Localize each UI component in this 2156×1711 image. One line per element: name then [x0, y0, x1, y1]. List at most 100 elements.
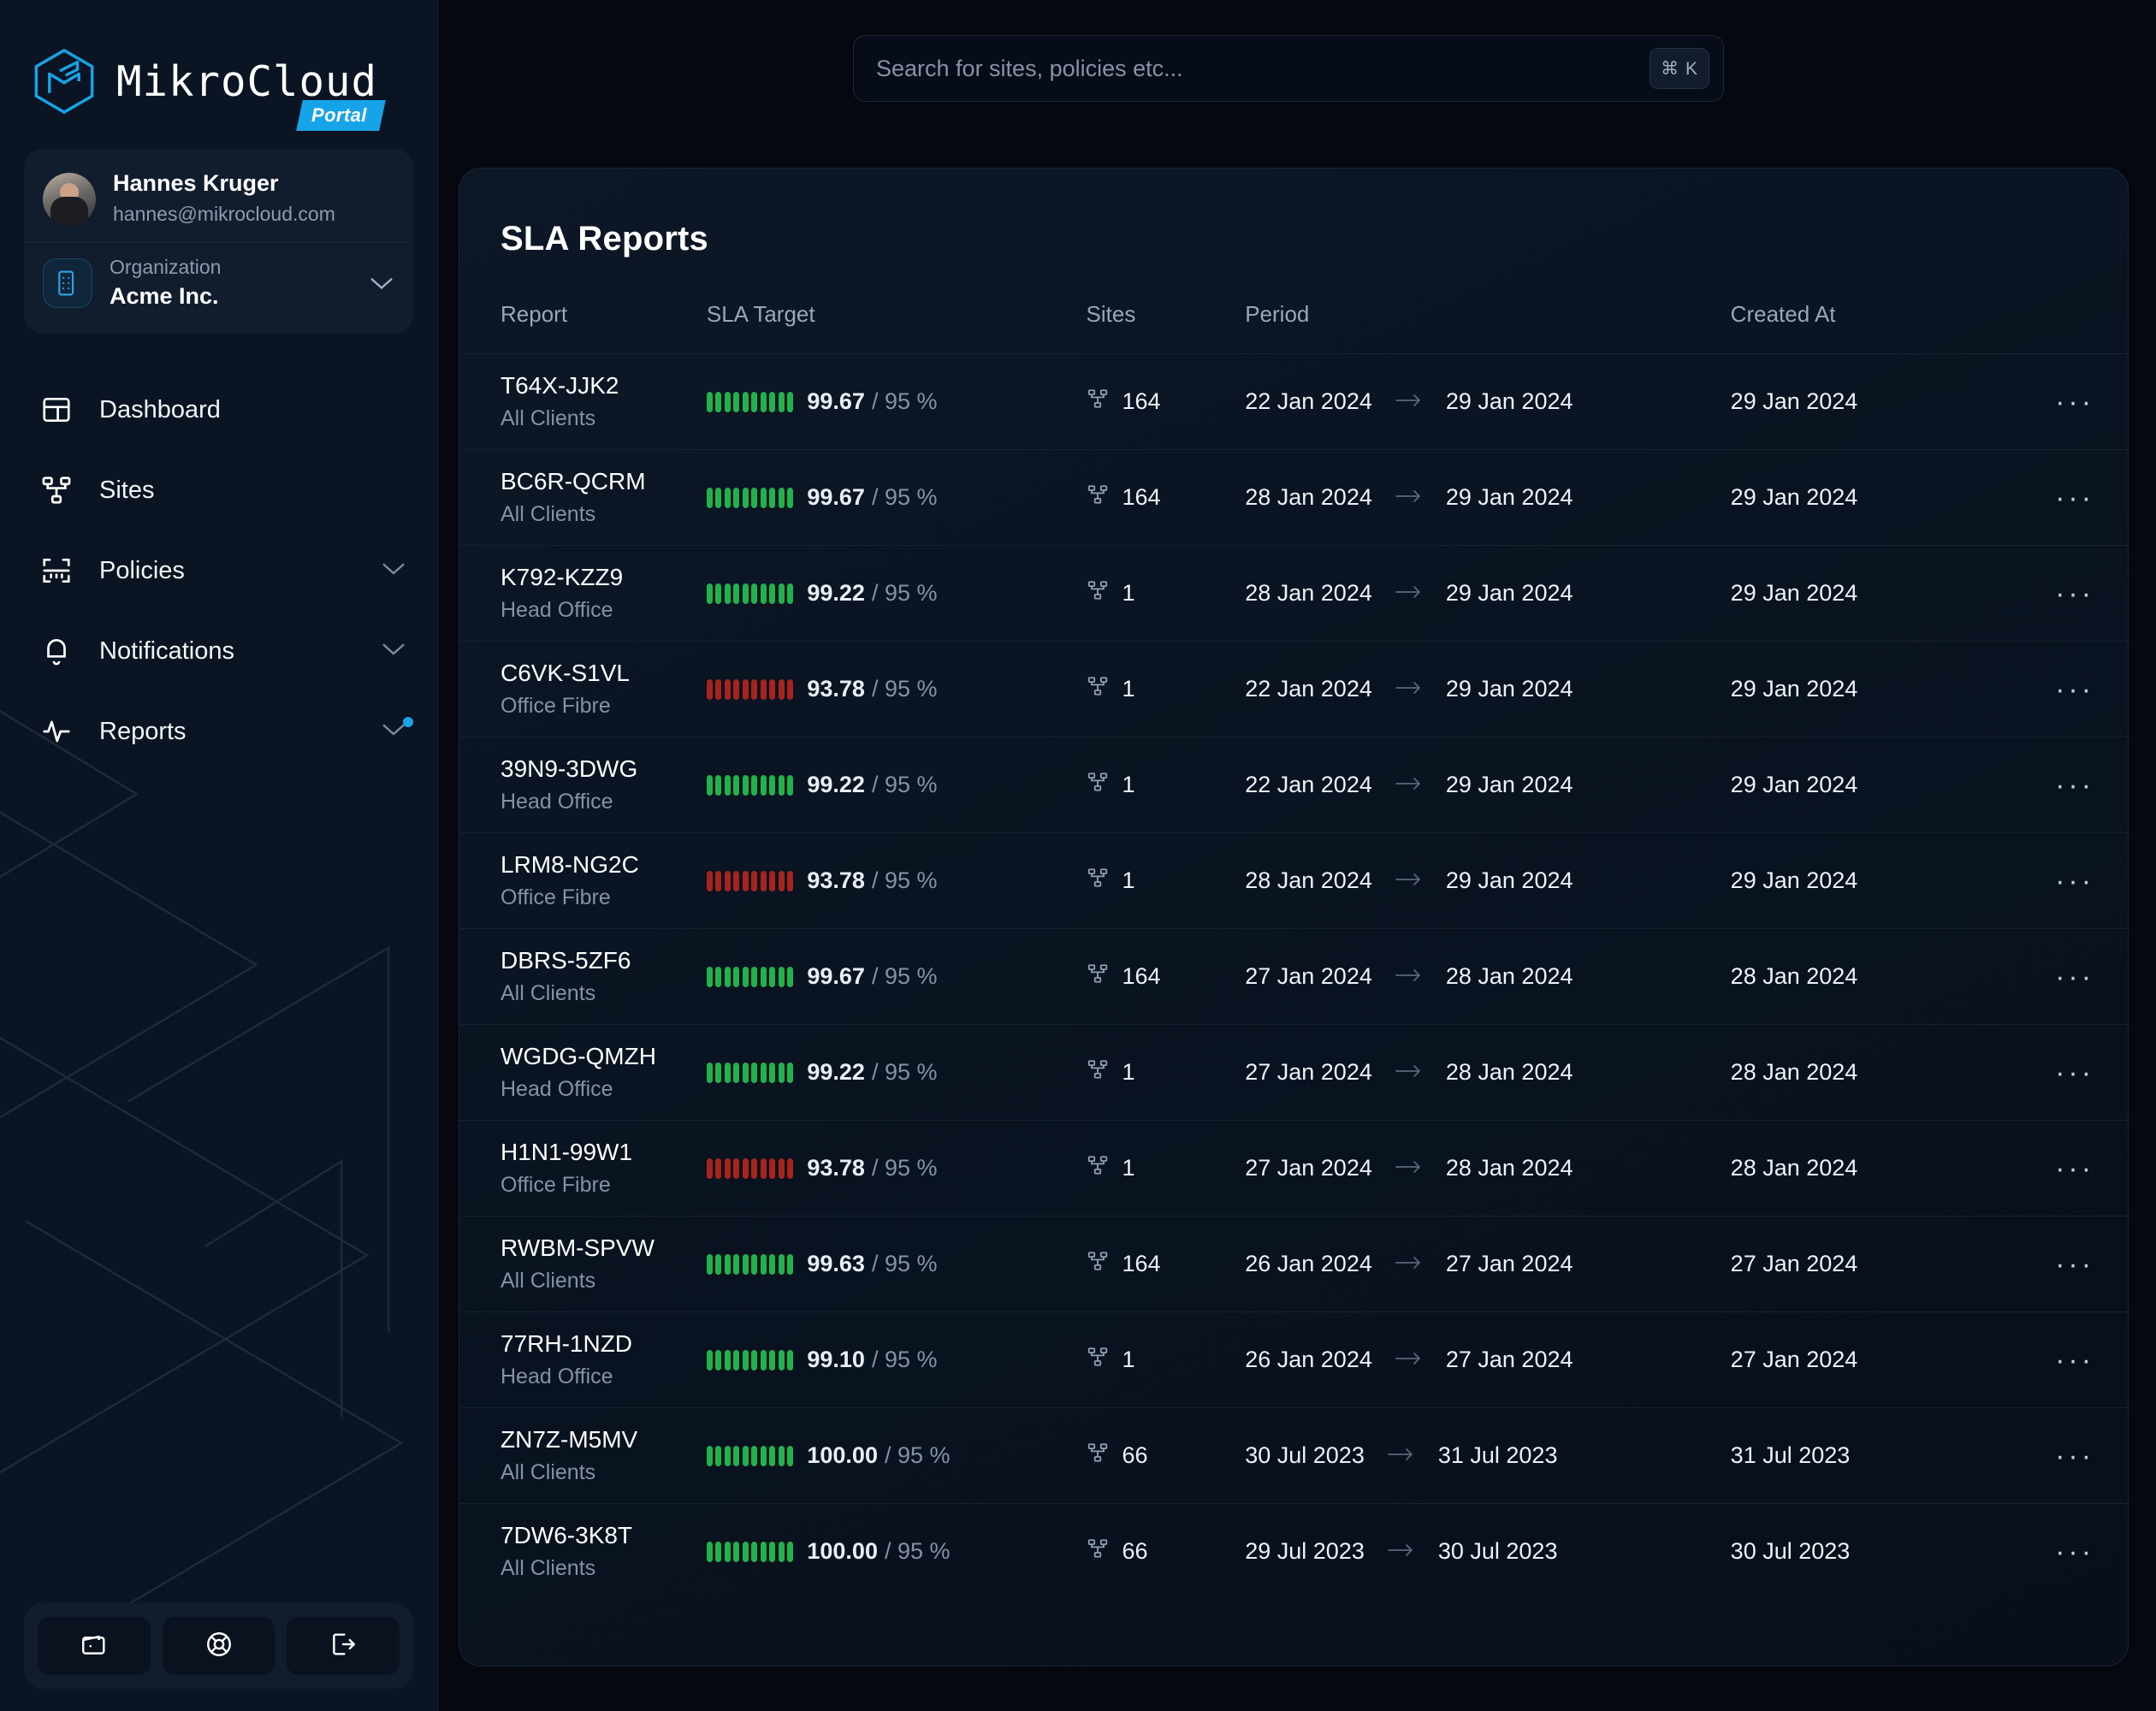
period-to: 30 Jul 2023 — [1438, 1538, 1558, 1565]
report-scope: Head Office — [500, 1076, 707, 1103]
sla-value: 100.00 — [807, 1442, 878, 1469]
row-actions-button[interactable]: ··· — [2022, 1154, 2128, 1183]
cell-created-at: 29 Jan 2024 — [1731, 354, 2022, 450]
column-header-created-at[interactable]: Created At — [1731, 301, 2022, 354]
cell-sla-target: 93.78/ 95 % — [707, 1121, 1087, 1217]
cell-actions: ··· — [2022, 833, 2128, 929]
cell-sites: 1 — [1087, 1025, 1246, 1121]
chevron-down-icon[interactable] — [381, 722, 406, 742]
search-input[interactable] — [854, 56, 1650, 82]
logout-button[interactable] — [287, 1617, 400, 1675]
cell-period: 29 Jul 2023 30 Jul 2023 — [1245, 1504, 1730, 1600]
sla-value: 99.22 — [807, 772, 865, 798]
sites-network-icon — [1087, 771, 1109, 799]
sidebar-item-sites[interactable]: Sites — [0, 450, 437, 530]
sidebar-item-policies[interactable]: Policies — [0, 530, 437, 611]
sla-value: 93.78 — [807, 867, 865, 894]
sla-target-value: / 95 % — [885, 1538, 951, 1565]
table-row[interactable]: 77RH-1NZDHead Office99.10/ 95 %126 Jan 2… — [459, 1312, 2128, 1408]
report-code: K792-KZZ9 — [500, 563, 707, 592]
sla-meter — [707, 1446, 794, 1466]
avatar — [43, 173, 96, 226]
cell-period: 27 Jan 202428 Jan 2024 — [1245, 1121, 1730, 1217]
lifebuoy-icon — [204, 1630, 234, 1663]
sla-meter — [707, 392, 794, 412]
row-actions-button[interactable]: ··· — [2022, 962, 2128, 992]
row-actions-button[interactable]: ··· — [2022, 1442, 2128, 1471]
row-actions-button[interactable]: ··· — [2022, 1250, 2128, 1279]
cell-sites: 1 — [1087, 546, 1246, 642]
logout-icon — [329, 1630, 358, 1663]
period-from: 30 Jul 2023 — [1245, 1442, 1365, 1469]
column-header-sla-target[interactable]: SLA Target — [707, 301, 1087, 354]
chevron-down-icon[interactable] — [381, 561, 406, 581]
support-button[interactable] — [163, 1617, 275, 1675]
sla-target-value: / 95 % — [872, 484, 938, 511]
table-row[interactable]: WGDG-QMZHHead Office99.22/ 95 %127 Jan 2… — [459, 1025, 2128, 1121]
row-actions-button[interactable]: ··· — [2022, 675, 2128, 704]
organization-switcher[interactable]: Organization Acme Inc. — [24, 242, 413, 329]
table-row[interactable]: 39N9-3DWGHead Office99.22/ 95 %122 Jan 2… — [459, 737, 2128, 833]
row-actions-button[interactable]: ··· — [2022, 579, 2128, 608]
period-from: 27 Jan 2024 — [1245, 963, 1372, 990]
report-scope: Head Office — [500, 1364, 707, 1390]
table-row[interactable]: C6VK-S1VLOffice Fibre93.78/ 95 %122 Jan … — [459, 642, 2128, 737]
table-row[interactable]: 7DW6-3K8TAll Clients100.00/ 95 %6629 Jul… — [459, 1504, 2128, 1600]
sidebar-item-reports[interactable]: Reports — [0, 691, 437, 772]
sidebar-item-dashboard[interactable]: Dashboard — [0, 370, 437, 450]
chevron-down-icon[interactable] — [381, 642, 406, 661]
table-row[interactable]: ZN7Z-M5MVAll Clients100.00/ 95 %6630 Jul… — [459, 1408, 2128, 1504]
column-header-sites[interactable]: Sites — [1087, 301, 1246, 354]
global-search[interactable]: ⌘ K — [853, 35, 1724, 102]
table-row[interactable]: BC6R-QCRMAll Clients99.67/ 95 %16428 Jan… — [459, 450, 2128, 546]
wallet-icon — [80, 1630, 109, 1663]
cell-report: RWBM-SPVWAll Clients — [459, 1217, 707, 1312]
sites-network-icon — [1087, 1537, 1109, 1566]
topbar: ⌘ K — [438, 0, 2156, 137]
table-row[interactable]: DBRS-5ZF6All Clients99.67/ 95 %16427 Jan… — [459, 929, 2128, 1025]
table-row[interactable]: K792-KZZ9Head Office99.22/ 95 %128 Jan 2… — [459, 546, 2128, 642]
billing-wallet-button[interactable] — [38, 1617, 151, 1675]
row-actions-button[interactable]: ··· — [2022, 1537, 2128, 1566]
brand[interactable]: MikroCloud Portal — [0, 0, 437, 137]
sites-network-icon — [1087, 1250, 1109, 1278]
period-to: 29 Jan 2024 — [1446, 484, 1573, 511]
row-actions-button[interactable]: ··· — [2022, 1346, 2128, 1375]
column-header-period[interactable]: Period — [1245, 301, 1730, 354]
report-scope: All Clients — [500, 980, 707, 1007]
user-profile-row[interactable]: Hannes Kruger hannes@mikrocloud.com — [24, 154, 413, 242]
row-actions-button[interactable]: ··· — [2022, 483, 2128, 512]
row-actions-button[interactable]: ··· — [2022, 771, 2128, 800]
column-header-report[interactable]: Report — [459, 301, 707, 354]
cell-actions: ··· — [2022, 1121, 2128, 1217]
table-row[interactable]: LRM8-NG2COffice Fibre93.78/ 95 %128 Jan … — [459, 833, 2128, 929]
period-from: 28 Jan 2024 — [1245, 580, 1372, 607]
cell-actions: ··· — [2022, 1504, 2128, 1600]
sites-network-icon — [1087, 1346, 1109, 1374]
sidebar: MikroCloud Portal Hannes Kruger hannes@m… — [0, 0, 438, 1711]
table-row[interactable]: H1N1-99W1Office Fibre93.78/ 95 %127 Jan … — [459, 1121, 2128, 1217]
period-from: 22 Jan 2024 — [1245, 772, 1372, 798]
table-row[interactable]: RWBM-SPVWAll Clients99.63/ 95 %16426 Jan… — [459, 1217, 2128, 1312]
cell-created-at: 28 Jan 2024 — [1731, 1025, 2022, 1121]
dashboard-icon — [38, 391, 75, 429]
period-from: 29 Jul 2023 — [1245, 1538, 1365, 1565]
cell-period: 22 Jan 202429 Jan 2024 — [1245, 354, 1730, 450]
cell-created-at: 27 Jan 2024 — [1731, 1312, 2022, 1408]
arrow-right-icon — [1395, 388, 1424, 415]
sidebar-item-notifications[interactable]: Notifications — [0, 611, 437, 691]
sla-value: 99.67 — [807, 388, 865, 415]
row-actions-button[interactable]: ··· — [2022, 1058, 2128, 1087]
row-actions-button[interactable]: ··· — [2022, 867, 2128, 896]
sla-target-value: / 95 % — [872, 388, 938, 415]
sites-network-icon — [1087, 962, 1109, 991]
sla-meter — [707, 488, 794, 508]
row-actions-button[interactable]: ··· — [2022, 388, 2128, 417]
report-scope: All Clients — [500, 1555, 707, 1582]
user-email: hannes@mikrocloud.com — [113, 200, 335, 228]
table-row[interactable]: T64X-JJK2All Clients99.67/ 95 %16422 Jan… — [459, 354, 2128, 450]
cell-sites: 66 — [1087, 1408, 1246, 1504]
sidebar-item-label: Policies — [99, 557, 381, 585]
chevron-down-icon — [369, 276, 394, 296]
period-to: 29 Jan 2024 — [1446, 867, 1573, 894]
